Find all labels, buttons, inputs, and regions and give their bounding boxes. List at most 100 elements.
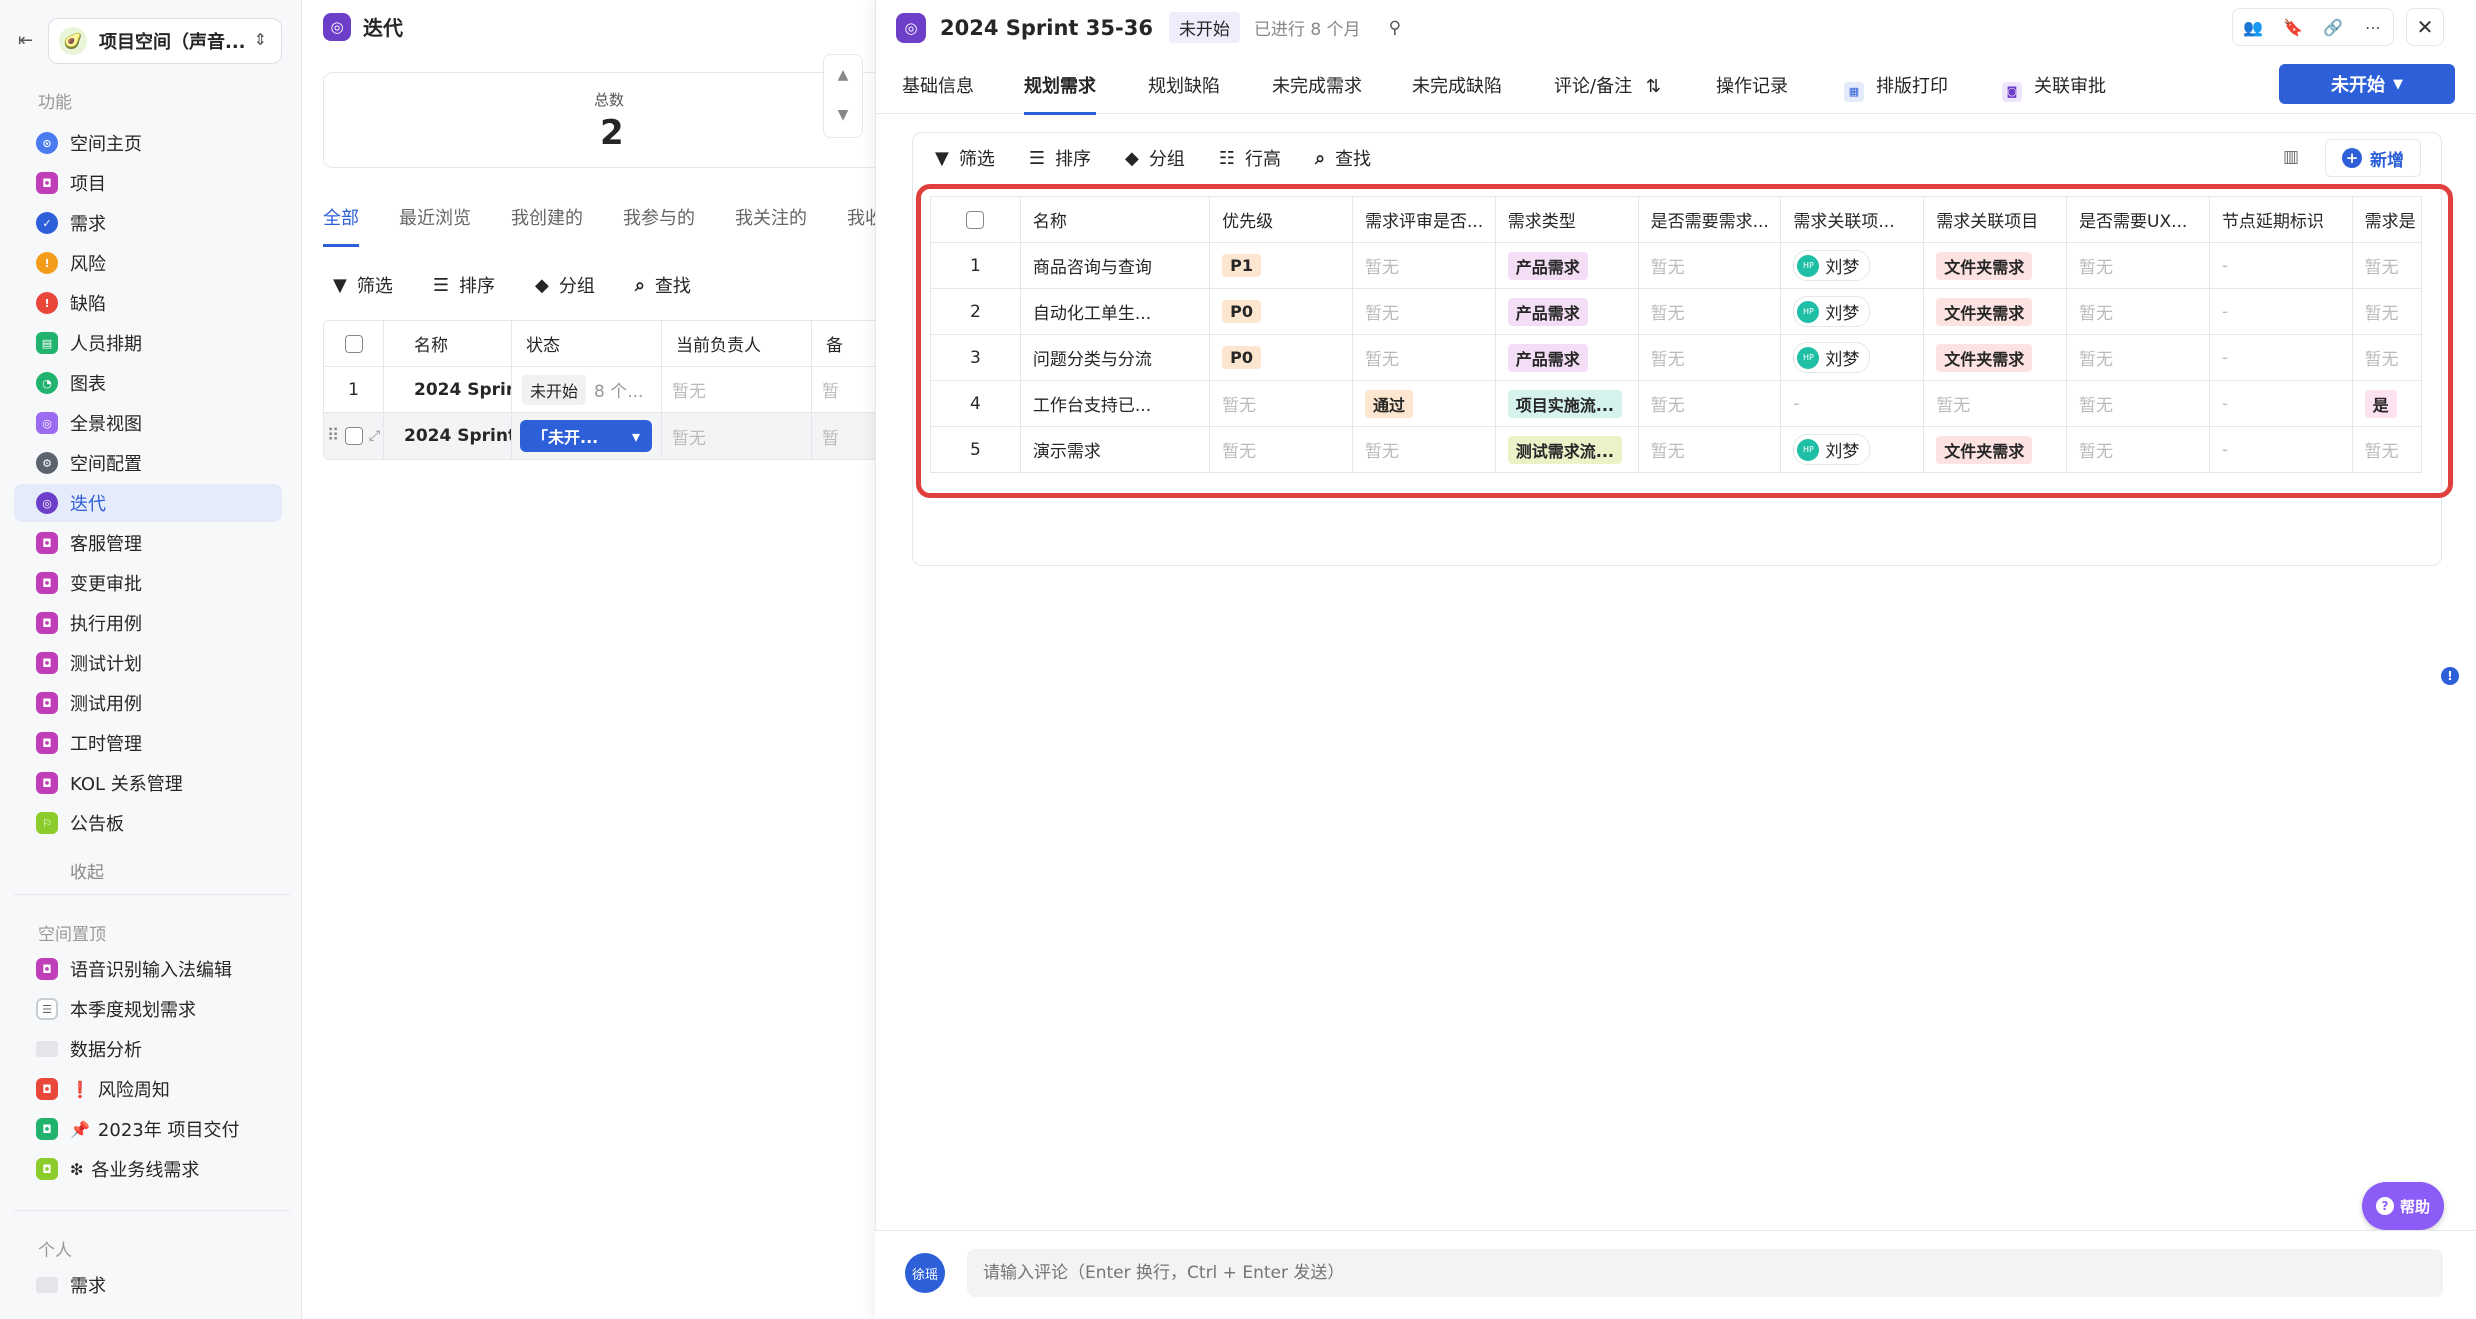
pinned-item[interactable]: ◘ 语音识别输入法编辑 — [14, 950, 282, 988]
highlight-box — [916, 184, 2453, 498]
comment-input[interactable] — [967, 1249, 2443, 1297]
group-button[interactable]: ◆ 分组 — [1125, 145, 1185, 171]
sort-button[interactable]: ☰ 排序 — [1029, 145, 1091, 171]
tab-print-layout[interactable]: ▦ 排版打印 — [1844, 72, 1948, 116]
tab-planned-requirements[interactable]: 规划需求 — [1024, 72, 1096, 115]
status-dropdown[interactable]: 「未开... ▾ — [520, 420, 652, 452]
sidebar-collapse-link[interactable]: 收起 — [70, 858, 104, 883]
tab-incomplete-defects[interactable]: 未完成缺陷 — [1412, 72, 1502, 112]
toolbar-button[interactable]: ⌕ 查找 — [635, 272, 691, 298]
view-tab[interactable]: 我创建的 — [511, 204, 583, 247]
pinned-emoji-icon: ❇ — [70, 1159, 84, 1179]
scroll-down-icon[interactable]: ▼ — [824, 95, 862, 135]
row-owner: 暂无 — [662, 413, 812, 459]
row-name[interactable]: 2024 Sprint ... — [384, 413, 512, 459]
toolbar-button[interactable]: ▼ 筛选 — [333, 272, 393, 298]
view-tab[interactable]: 全部 — [323, 204, 359, 247]
info-icon[interactable]: ! — [2441, 667, 2459, 685]
sidebar-item-label: 需求 — [70, 214, 106, 235]
tab-comments[interactable]: 评论/备注 ⇅ — [1554, 72, 1661, 112]
column-header[interactable]: 备 — [812, 321, 882, 366]
status-dropdown-button[interactable]: 未开始 ▼ — [2279, 64, 2455, 104]
iteration-list-pane: ◎ 迭代 总数 2 ▲ ▼ 全部 最近浏览 我创建的 我参与的 我关注的 我收 ▼ 筛选 ☰ 排… — [303, 0, 883, 1319]
sidebar-item[interactable]: ⚙ 空间配置 — [14, 444, 282, 482]
personal-item[interactable]: 需求 — [14, 1266, 282, 1304]
toolbar-button[interactable]: ☰ 排序 — [433, 272, 495, 298]
sidebar-item[interactable]: ⊙ 空间主页 — [14, 124, 282, 162]
pinned-item[interactable]: ☰ 本季度规划需求 — [14, 990, 282, 1028]
sidebar-item[interactable]: ⚐ 公告板 — [14, 804, 282, 842]
close-icon[interactable]: ✕ — [2406, 8, 2444, 46]
link-icon[interactable]: 🔗 — [2313, 9, 2353, 45]
sidebar-item[interactable]: ◘ 客服管理 — [14, 524, 282, 562]
view-tab[interactable]: 我关注的 — [735, 204, 807, 247]
sidebar-item[interactable]: ▤ 人员排期 — [14, 324, 282, 362]
expand-icon[interactable]: ⤢ — [369, 428, 380, 444]
pinned-emoji-icon: 📌 — [70, 1119, 90, 1139]
status-dropdown-value: 「未开... — [532, 428, 599, 447]
view-tab[interactable]: 最近浏览 — [399, 204, 471, 247]
drag-handle-icon[interactable]: ⠿ — [327, 426, 339, 446]
table-row[interactable]: 1 2024 Sprint ... 未开始 8 个... 暂无 暂 — [324, 367, 882, 413]
sidebar-item[interactable]: ◘ 变更审批 — [14, 564, 282, 602]
tab-related-approval[interactable]: ◙ 关联审批 — [2002, 72, 2106, 116]
select-all-checkbox[interactable] — [344, 334, 363, 353]
more-icon[interactable]: ⋯ — [2353, 9, 2393, 45]
pinned-item[interactable]: ◘ ❇ 各业务线需求 — [14, 1150, 282, 1188]
sidebar-item[interactable]: ◘ 测试用例 — [14, 684, 282, 722]
sidebar-item[interactable]: ! 风险 — [14, 244, 282, 282]
row-index: 1 — [324, 367, 384, 412]
plus-icon: + — [2342, 148, 2362, 168]
toolbar-button[interactable]: ◆ 分组 — [535, 272, 595, 298]
scroll-up-icon[interactable]: ▲ — [824, 55, 862, 95]
sidebar-item[interactable]: ◘ 测试计划 — [14, 644, 282, 682]
tab-planned-defects[interactable]: 规划缺陷 — [1148, 72, 1220, 112]
tab-basic-info[interactable]: 基础信息 — [902, 72, 974, 112]
scroll-buttons: ▲ ▼ — [823, 54, 863, 138]
view-tab[interactable]: 我参与的 — [623, 204, 695, 247]
table-row[interactable]: ⠿ ⤢ 2024 Sprint ... 「未开... ▾ 暂无 暂 — [324, 413, 882, 459]
sidebar-item[interactable]: ◘ 执行用例 — [14, 604, 282, 642]
pin-icon[interactable]: ⚲ — [1389, 18, 1401, 38]
column-settings-icon[interactable]: ▥ — [2283, 147, 2299, 167]
sidebar-item-icon: ✓ — [36, 212, 58, 234]
bookmark-icon[interactable]: 🔖 — [2273, 9, 2313, 45]
sort-icon: ☰ — [1028, 147, 1045, 169]
tab-incomplete-requirements[interactable]: 未完成需求 — [1272, 72, 1362, 112]
tab-operation-log[interactable]: 操作记录 — [1716, 72, 1788, 112]
row-status-cell: 未开始 8 个... — [512, 367, 662, 412]
add-button[interactable]: + 新增 — [2325, 139, 2421, 177]
panel-header: ◎ 2024 Sprint 35-36 未开始 已进行 8 个月 ⚲ — [896, 12, 1401, 43]
sidebar-item[interactable]: ✓ 需求 — [14, 204, 282, 242]
search-button[interactable]: ⌕ 查找 — [1315, 145, 1371, 171]
sidebar-item[interactable]: ◎ 全景视图 — [14, 404, 282, 442]
sidebar: ⇤ 🥑 项目空间（声音... ⇕ 功能 ⊙ 空间主页 ◘ 项目 ✓ 需求! 风险! 缺陷 ▤ 人员… — [0, 0, 302, 1319]
sidebar-item[interactable]: ◘ KOL 关系管理 — [14, 764, 282, 802]
sidebar-item[interactable]: ◔ 图表 — [14, 364, 282, 402]
pinned-item[interactable]: ◘ ❗ 风险周知 — [14, 1070, 282, 1108]
sidebar-item[interactable]: ◎ 迭代 — [14, 484, 282, 522]
sidebar-collapse-icon[interactable]: ⇤ — [18, 30, 33, 51]
panel-title: 2024 Sprint 35-36 — [940, 15, 1153, 40]
filter-button[interactable]: ▼ 筛选 — [935, 145, 995, 171]
pinned-item[interactable]: 数据分析 — [14, 1030, 282, 1068]
pinned-item[interactable]: ◘ 📌 2023年 项目交付 — [14, 1110, 282, 1148]
view-tabs: 全部 最近浏览 我创建的 我参与的 我关注的 我收 — [323, 204, 923, 247]
members-icon[interactable]: 👥 — [2233, 9, 2273, 45]
row-checkbox[interactable] — [345, 427, 364, 445]
row-height-button[interactable]: ☷ 行高 — [1219, 145, 1281, 171]
column-header[interactable]: 当前负责人 — [662, 321, 812, 366]
sidebar-item-label: 风险 — [70, 254, 106, 275]
row-height-label: 行高 — [1244, 149, 1281, 170]
pinned-item-icon — [36, 1041, 58, 1057]
sidebar-item[interactable]: ◘ 工时管理 — [14, 724, 282, 762]
sidebar-item[interactable]: ◘ 项目 — [14, 164, 282, 202]
iteration-header: ◎ 迭代 — [323, 12, 403, 41]
help-button[interactable]: ? 帮助 — [2362, 1182, 2444, 1230]
column-header[interactable]: 名称 — [384, 321, 512, 366]
sidebar-item[interactable]: ! 缺陷 — [14, 284, 282, 322]
workspace-selector[interactable]: 🥑 项目空间（声音... ⇕ — [48, 18, 282, 64]
column-header[interactable]: 状态 — [512, 321, 662, 366]
sidebar-item-icon: ◘ — [36, 652, 58, 674]
row-name[interactable]: 2024 Sprint ... — [384, 367, 512, 412]
